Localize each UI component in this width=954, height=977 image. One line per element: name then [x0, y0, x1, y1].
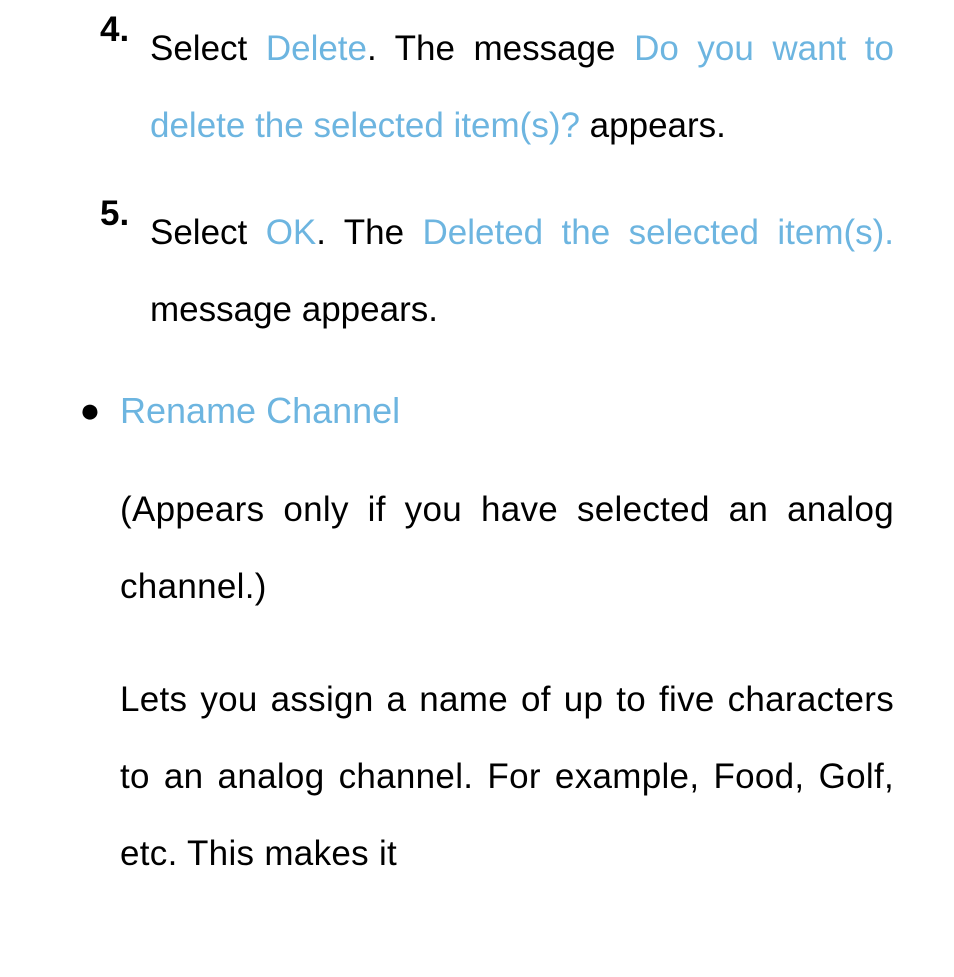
step-4-t3: appears. [580, 106, 726, 145]
rename-channel-para1: (Appears only if you have selected an an… [120, 471, 894, 625]
rename-channel-para2: Lets you assign a name of up to five cha… [120, 661, 894, 892]
step-5-number: 5. [100, 194, 150, 348]
step-4-t2: . The message [367, 29, 634, 68]
ui-deleted-message: Deleted the selected item(s). [422, 213, 894, 252]
step-5-t2: . The [316, 213, 422, 252]
step-4: 4. Select Delete. The message Do you wan… [60, 10, 894, 164]
step-5: 5. Select OK. The Deleted the selected i… [60, 194, 894, 348]
rename-channel-content: Rename Channel (Appears only if you have… [120, 388, 894, 928]
document-page: 4. Select Delete. The message Do you wan… [0, 0, 954, 928]
rename-channel-section: ● Rename Channel (Appears only if you ha… [60, 388, 894, 928]
step-5-t3: message appears. [150, 290, 438, 329]
step-4-number: 4. [100, 10, 150, 164]
ui-delete-label: Delete [266, 29, 367, 68]
step-4-t1: Select [150, 29, 266, 68]
step-5-text: Select OK. The Deleted the selected item… [150, 194, 894, 348]
step-4-text: Select Delete. The message Do you want t… [150, 10, 894, 164]
bullet-icon: ● [60, 388, 120, 928]
step-5-t1: Select [150, 213, 266, 252]
ui-ok-label: OK [266, 213, 317, 252]
rename-channel-heading: Rename Channel [120, 388, 894, 435]
